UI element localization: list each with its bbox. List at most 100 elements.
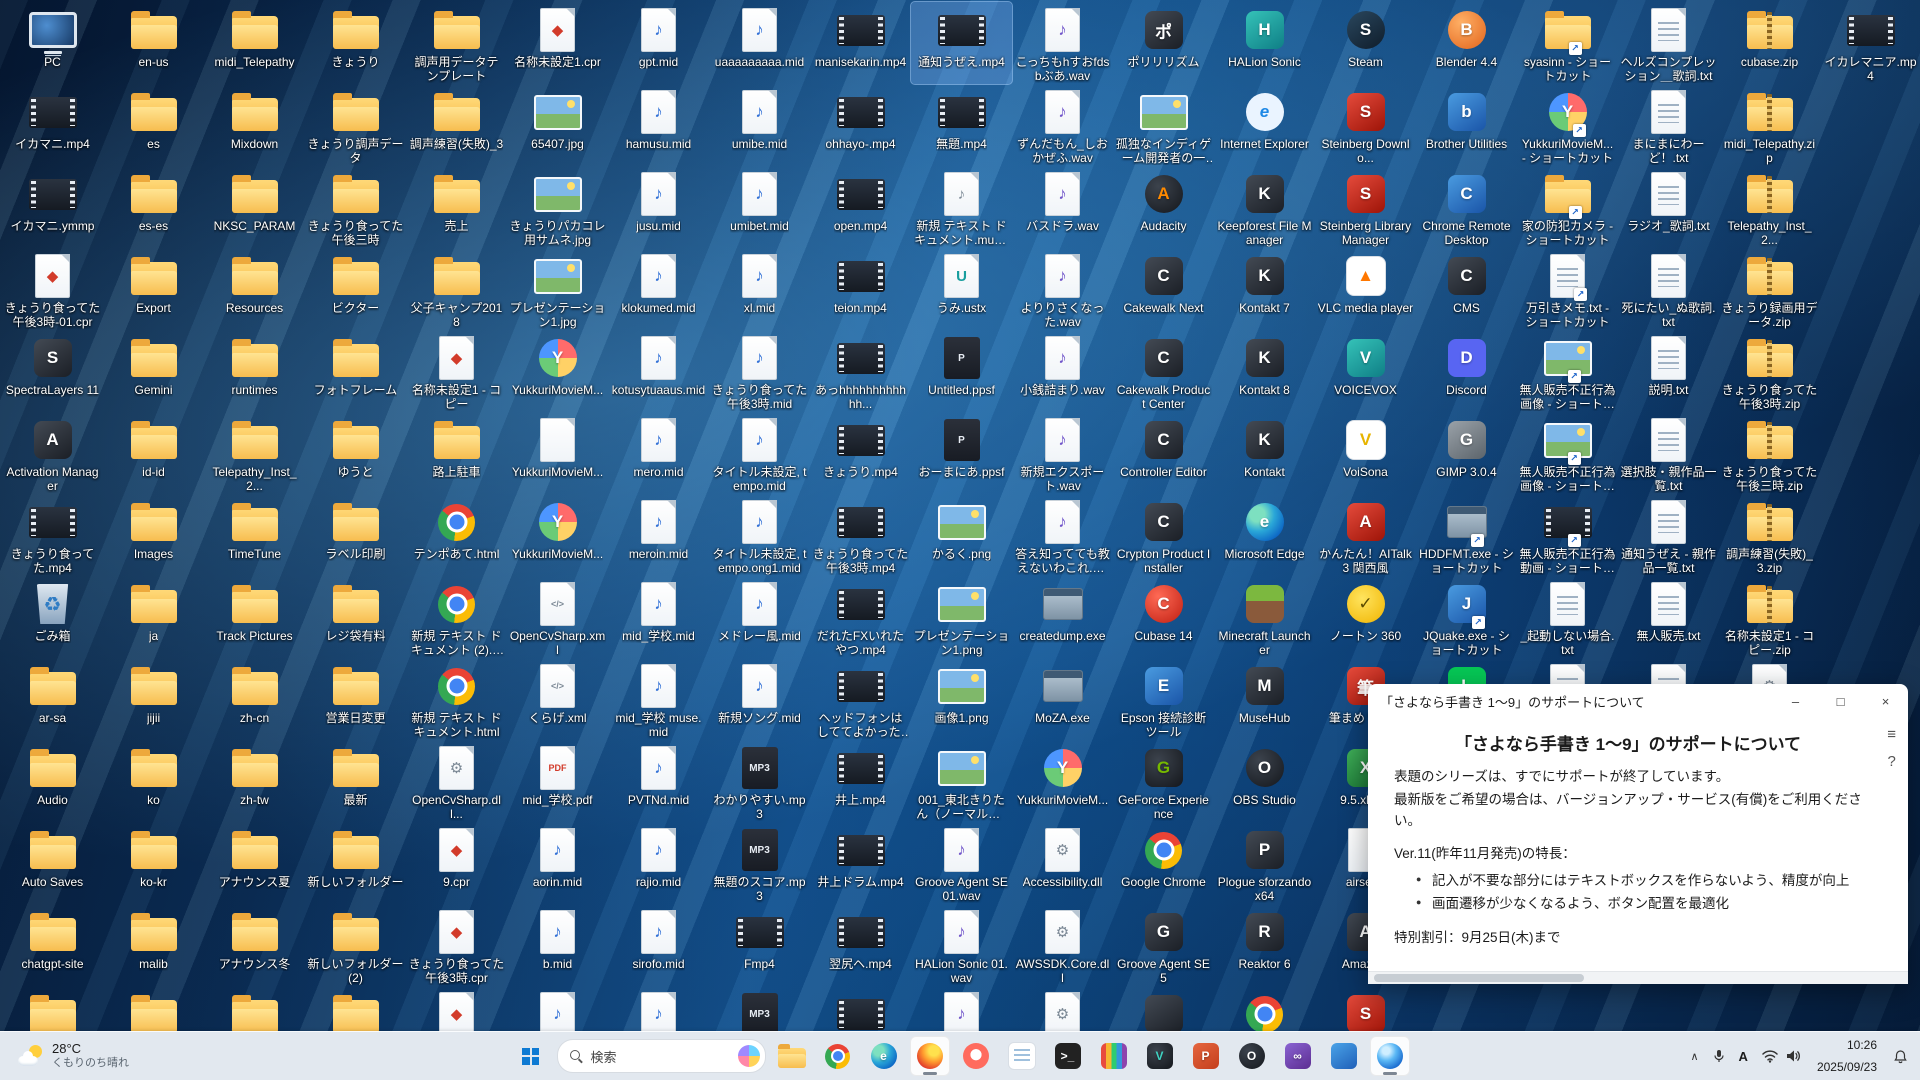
help-icon[interactable]: ?	[1887, 753, 1895, 770]
desktop-icon[interactable]: CChrome Remote Desktop	[1416, 166, 1517, 248]
desktop-icon[interactable]: ♪	[911, 986, 1012, 1032]
desktop-icon[interactable]: ♪よりりさくなった.wav	[1012, 248, 1113, 330]
desktop-icon[interactable]: SSteam	[1315, 2, 1416, 84]
desktop-icon[interactable]: ◆9.cpr	[406, 822, 507, 904]
desktop-icon[interactable]: CCakewalk Next	[1113, 248, 1214, 330]
desktop-icon[interactable]: Y↗YukkuriMovieM... - ショートカット	[1517, 84, 1618, 166]
desktop-icon[interactable]: open.mp4	[810, 166, 911, 248]
desktop-icon[interactable]: 新規 テキスト ドキュメント.html	[406, 658, 507, 740]
desktop-icon[interactable]: ja	[103, 576, 204, 658]
desktop-icon[interactable]: teion.mp4	[810, 248, 911, 330]
files-app-taskbar-button[interactable]	[1324, 1036, 1364, 1076]
desktop-icon[interactable]: イカマニ.ymmp	[2, 166, 103, 248]
notepad-taskbar-button[interactable]	[1002, 1036, 1042, 1076]
desktop-icon[interactable]: きょうり録画用データ.zip	[1719, 248, 1820, 330]
desktop-icon[interactable]: Images	[103, 494, 204, 576]
desktop-icon[interactable]: 新しいフォルダー	[305, 822, 406, 904]
desktop-icon[interactable]: OOBS Studio	[1214, 740, 1315, 822]
maximize-icon[interactable]: □	[1818, 684, 1863, 718]
desktop-icon[interactable]: PUntitled.ppsf	[911, 330, 1012, 412]
desktop-icon[interactable]: ◆きょうり食ってた午後3時-01.cpr	[2, 248, 103, 330]
desktop-icon[interactable]: きょうり調声データ	[305, 84, 406, 166]
desktop-icon[interactable]: S	[1315, 986, 1416, 1032]
desktop-icon[interactable]: ↗家の防犯カメラ - ショートカット	[1517, 166, 1618, 248]
desktop-icon[interactable]: ✓ノートン 360	[1315, 576, 1416, 658]
desktop-icon[interactable]: ↗無人販売不正行為 画像 - ショートカット	[1517, 412, 1618, 494]
desktop-icon[interactable]: きょうりパカコレ用サムネ.jpg	[507, 166, 608, 248]
desktop-icon[interactable]: ko-kr	[103, 822, 204, 904]
desktop-icon[interactable]: ♪gpt.mid	[608, 2, 709, 84]
desktop-icon[interactable]: ↗syasinn - ショートカット	[1517, 2, 1618, 84]
hidden-icons-button[interactable]: ∧	[1684, 1038, 1704, 1074]
voicevox-taskbar-button[interactable]: V	[1140, 1036, 1180, 1076]
desktop-icon[interactable]	[2, 986, 103, 1032]
desktop-icon[interactable]: ⚙AWSSDK.Core.dll	[1012, 904, 1113, 986]
desktop-icon[interactable]: ◆名称未設定1 - コピー	[406, 330, 507, 412]
desktop-icon[interactable]: zh-tw	[204, 740, 305, 822]
desktop-icon[interactable]: ◆	[406, 986, 507, 1032]
desktop-icon[interactable]: AAudacity	[1113, 166, 1214, 248]
desktop-icon[interactable]: ♪hamusu.mid	[608, 84, 709, 166]
desktop-icon[interactable]: ▲VLC media player	[1315, 248, 1416, 330]
desktop-icon[interactable]: だれたFXいれたやつ.mp4	[810, 576, 911, 658]
browser-2-taskbar-button[interactable]	[956, 1036, 996, 1076]
media-app-taskbar-button[interactable]	[1094, 1036, 1134, 1076]
desktop-icon[interactable]: Mixdown	[204, 84, 305, 166]
desktop-icon[interactable]: createdump.exe	[1012, 576, 1113, 658]
desktop-icon[interactable]	[810, 986, 911, 1032]
dialog-titlebar[interactable]: 「さよなら手書き 1〜9」のサポートについて – □ ×	[1368, 684, 1908, 718]
minimize-icon[interactable]: –	[1773, 684, 1818, 718]
ime-indicator[interactable]: A	[1733, 1038, 1754, 1074]
desktop-icon[interactable]: ♪klokumed.mid	[608, 248, 709, 330]
file-explorer-taskbar-button[interactable]	[772, 1036, 812, 1076]
desktop-icon[interactable]: Telepathy_Inst_2...	[1719, 166, 1820, 248]
search-input[interactable]: 検索	[557, 1039, 766, 1073]
desktop-icon[interactable]: Track Pictures	[204, 576, 305, 658]
desktop-icon[interactable]: 井上ドラム.mp4	[810, 822, 911, 904]
desktop-icon[interactable]: ♪sirofo.mid	[608, 904, 709, 986]
desktop-icon[interactable]: AActivation Manager	[2, 412, 103, 494]
desktop-icon[interactable]: KKontakt 8	[1214, 330, 1315, 412]
desktop-icon[interactable]: id-id	[103, 412, 204, 494]
desktop-icon[interactable]: ヘッドフォンはしててよかった.mp4	[810, 658, 911, 740]
desktop-icon[interactable]: 調声練習(失敗)_3	[406, 84, 507, 166]
desktop-icon[interactable]: まにまにわーど！.txt	[1618, 84, 1719, 166]
desktop-icon[interactable]: 調声用データテンプレート	[406, 2, 507, 84]
desktop-icon[interactable]: きょうり食ってた.mp4	[2, 494, 103, 576]
desktop-icon[interactable]: ♪メドレー風.mid	[709, 576, 810, 658]
desktop-icon[interactable]: ♪jusu.mid	[608, 166, 709, 248]
desktop-icon[interactable]: ♪mid_学校 muse.mid	[608, 658, 709, 740]
desktop-icon[interactable]: 死にたい_ぬ歌詞.txt	[1618, 248, 1719, 330]
desktop-icon[interactable]: GGIMP 3.0.4	[1416, 412, 1517, 494]
visual-studio-taskbar-button[interactable]: ∞	[1278, 1036, 1318, 1076]
desktop-icon[interactable]: PC	[2, 2, 103, 84]
desktop-icon[interactable]: レジ袋有料	[305, 576, 406, 658]
desktop-icon[interactable]: eInternet Explorer	[1214, 84, 1315, 166]
desktop-icon[interactable]: ♪	[608, 986, 709, 1032]
desktop-icon[interactable]: ♪uaaaaaaaaa.mid	[709, 2, 810, 84]
desktop-icon[interactable]: CCakewalk Product Center	[1113, 330, 1214, 412]
desktop-icon[interactable]: ♪mero.mid	[608, 412, 709, 494]
desktop-icon[interactable]: 翌尻ヘ.mp4	[810, 904, 911, 986]
desktop-icon[interactable]	[1214, 986, 1315, 1032]
desktop[interactable]: PCイカマニ.mp4イカマニ.ymmp◆きょうり食ってた午後3時-01.cpr S…	[0, 0, 1920, 1032]
terminal-taskbar-button[interactable]: >_	[1048, 1036, 1088, 1076]
desktop-icon[interactable]: 売上	[406, 166, 507, 248]
desktop-icon[interactable]: プレゼンテーション1.jpg	[507, 248, 608, 330]
desktop-icon[interactable]	[305, 986, 406, 1032]
desktop-icon[interactable]: きょうり食ってた午後三時.zip	[1719, 412, 1820, 494]
desktop-icon[interactable]: ◆名称未設定1.cpr	[507, 2, 608, 84]
desktop-icon[interactable]: フォトフレーム	[305, 330, 406, 412]
powerpoint-taskbar-button[interactable]: P	[1186, 1036, 1226, 1076]
desktop-icon[interactable]: YYukkuriMovieM...	[507, 330, 608, 412]
desktop-icon[interactable]: SSteinberg Downlo...	[1315, 84, 1416, 166]
desktop-icon[interactable]: ♻ごみ箱	[2, 576, 103, 658]
desktop-icon[interactable]	[204, 986, 305, 1032]
desktop-icon[interactable]: YYukkuriMovieM...	[1012, 740, 1113, 822]
desktop-icon[interactable]: イカマニ.mp4	[2, 84, 103, 166]
menu-icon[interactable]: ≡	[1887, 726, 1896, 743]
desktop-icon[interactable]: 新しいフォルダー (2)	[305, 904, 406, 986]
desktop-icon[interactable]: きょうり	[305, 2, 406, 84]
desktop-icon[interactable]: ラジオ_歌詞.txt	[1618, 166, 1719, 248]
desktop-icon[interactable]: HHALion Sonic	[1214, 2, 1315, 84]
